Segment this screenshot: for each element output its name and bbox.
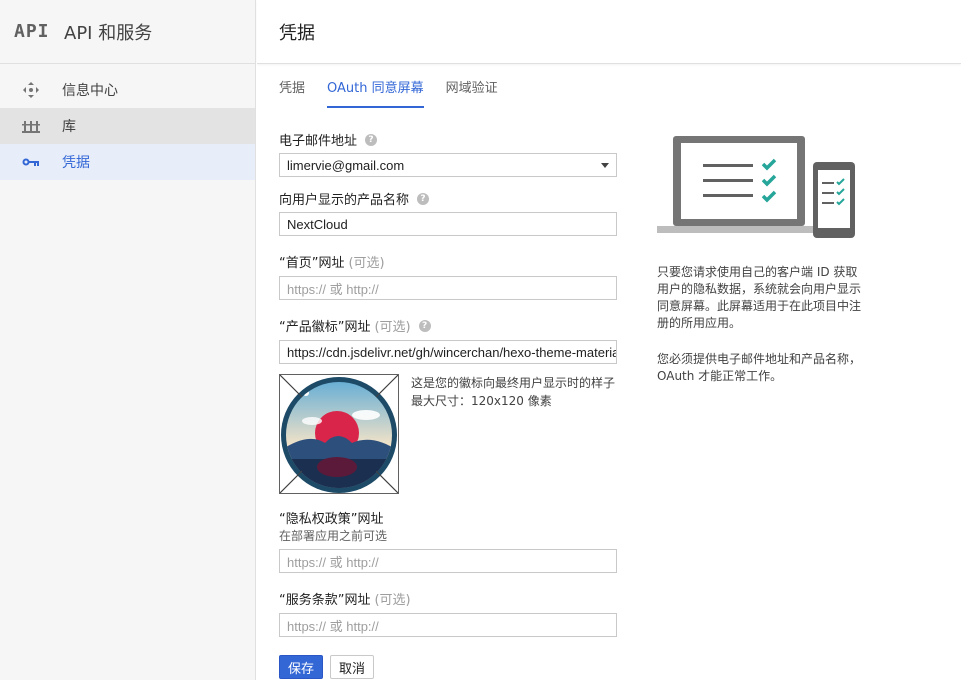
info-paragraph-2: 您必须提供电子邮件地址和产品名称，OAuth 才能正常工作。 <box>657 352 862 383</box>
sidebar-item-library[interactable]: 库 <box>0 108 255 144</box>
homepage-label: “首页”网址 (可选) <box>279 256 385 271</box>
email-value: limervie@gmail.com <box>287 157 405 173</box>
logo-caption: 这是您的徽标向最终用户显示时的样子 最大尺寸：120x120 像素 <box>411 376 616 408</box>
sidebar-item-label: 凭据 <box>62 155 90 171</box>
help-icon[interactable]: ? <box>418 319 431 332</box>
logo-url-label: “产品徽标”网址 (可选) ? <box>279 316 619 335</box>
sidebar-nav: 信息中心 库 凭据 <box>0 64 255 180</box>
privacy-sublabel: 在部署应用之前可选 <box>279 529 388 543</box>
sidebar-item-label: 信息中心 <box>62 83 118 99</box>
page-header: 凭据 <box>257 0 961 64</box>
info-paragraph-1: 只要您请求使用自己的客户端 ID 获取用户的隐私数据，系统就会向用户显示同意屏幕… <box>657 265 862 330</box>
product-name-input[interactable]: NextCloud <box>279 212 617 236</box>
privacy-input[interactable]: https:// 或 http:// <box>279 549 617 573</box>
tab-bar: 凭据 OAuth 同意屏幕 网域验证 <box>257 64 961 108</box>
sidebar-item-credentials[interactable]: 凭据 <box>0 144 255 180</box>
brand-bar: API API 和服务 <box>0 0 255 64</box>
product-name-label: 向用户显示的产品名称 ? <box>279 189 619 208</box>
email-label: 电子邮件地址 ? <box>279 130 619 149</box>
help-icon[interactable]: ? <box>417 192 430 205</box>
app-title: API 和服务 <box>64 22 153 44</box>
consent-form: 电子邮件地址 ? limervie@gmail.com 向用户显示的产品名称 ?… <box>279 128 619 679</box>
page-title: 凭据 <box>279 22 315 44</box>
library-icon <box>0 118 62 134</box>
sidebar-item-label: 库 <box>62 119 76 135</box>
tos-input[interactable]: https:// 或 http:// <box>279 613 617 637</box>
consent-illustration <box>657 130 867 244</box>
dashboard-icon <box>0 81 62 99</box>
tab-oauth-consent[interactable]: OAuth 同意屏幕 <box>327 77 424 108</box>
logo-preview-row: 这是您的徽标向最终用户显示时的样子 最大尺寸：120x120 像素 <box>279 374 619 494</box>
homepage-input[interactable]: https:// 或 http:// <box>279 276 617 300</box>
privacy-label: “隐私权政策”网址 <box>279 512 384 527</box>
logo-preview <box>279 374 399 494</box>
sidebar: API API 和服务 信息中心 库 凭据 <box>0 0 256 680</box>
save-button[interactable]: 保存 <box>279 655 324 679</box>
main-content: 凭据 凭据 OAuth 同意屏幕 网域验证 电子邮件地址 ? limervie@… <box>257 0 961 680</box>
sidebar-item-dashboard[interactable]: 信息中心 <box>0 72 255 108</box>
logo-url-input[interactable]: https://cdn.jsdelivr.net/gh/wincerchan/h… <box>279 340 617 364</box>
caret-down-icon <box>601 162 609 168</box>
tos-label: “服务条款”网址 (可选) <box>279 593 411 608</box>
cancel-button[interactable]: 取消 <box>330 655 375 679</box>
info-panel: 只要您请求使用自己的客户端 ID 获取用户的隐私数据，系统就会向用户显示同意屏幕… <box>657 130 867 385</box>
help-icon[interactable]: ? <box>365 133 378 146</box>
api-logo: API <box>14 21 50 42</box>
email-select[interactable]: limervie@gmail.com <box>279 153 617 177</box>
tab-domain-verification[interactable]: 网域验证 <box>446 77 498 108</box>
tab-credentials[interactable]: 凭据 <box>279 77 305 108</box>
form-actions: 保存 取消 <box>279 655 619 679</box>
key-icon <box>0 156 62 168</box>
